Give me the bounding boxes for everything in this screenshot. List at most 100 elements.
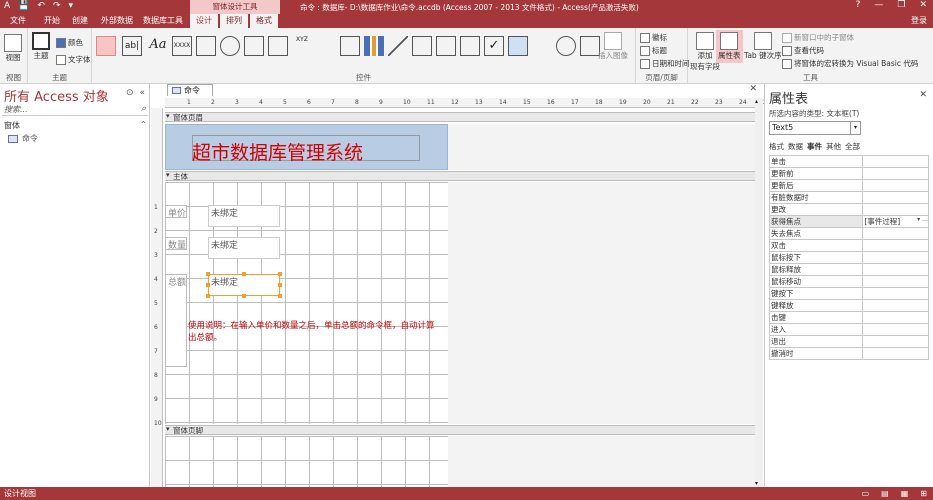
- layout-view-icon[interactable]: ▭: [862, 487, 870, 500]
- property-value-field[interactable]: [862, 323, 929, 336]
- scroll-up-icon[interactable]: ▴: [755, 98, 758, 105]
- property-value-field[interactable]: [862, 239, 929, 252]
- tab-home[interactable]: 开始: [38, 14, 66, 28]
- property-value-field[interactable]: [862, 179, 929, 192]
- property-value-field[interactable]: [862, 335, 929, 348]
- nav-section-forms[interactable]: 窗体 ⌃: [4, 120, 147, 131]
- close-button[interactable]: ✕: [919, 0, 927, 10]
- tab-file[interactable]: 文件: [4, 14, 32, 28]
- nav-menu-chevron-icon[interactable]: ⊙: [126, 88, 134, 98]
- tab-database-tools[interactable]: 数据库工具: [140, 14, 186, 28]
- search-icon[interactable]: ⌕: [139, 104, 146, 114]
- hyperlink-icon[interactable]: [220, 36, 240, 56]
- property-row[interactable]: 有脏数据时: [768, 191, 929, 204]
- tab-arrange[interactable]: 排列: [220, 14, 248, 28]
- help-button[interactable]: ?: [856, 0, 861, 10]
- property-row[interactable]: 更新后: [768, 179, 929, 192]
- property-row[interactable]: 撤消时: [768, 347, 929, 360]
- nav-item-form[interactable]: 命令: [8, 133, 38, 144]
- list-box-icon[interactable]: [436, 36, 456, 56]
- quantity-label[interactable]: 数量: [165, 237, 187, 251]
- close-document-icon[interactable]: ✕: [749, 84, 757, 94]
- resize-handle[interactable]: [206, 272, 210, 276]
- property-value-field[interactable]: [862, 203, 929, 216]
- property-tab-event[interactable]: 事件: [807, 141, 822, 152]
- tab-create[interactable]: 创建: [66, 14, 94, 28]
- property-value-field[interactable]: [862, 287, 929, 300]
- design-view-icon[interactable]: ▦: [901, 487, 909, 500]
- close-pane-icon[interactable]: ✕: [919, 90, 927, 100]
- colors-button[interactable]: 颜色: [56, 37, 83, 48]
- property-value-field[interactable]: [862, 311, 929, 324]
- property-row[interactable]: 鼠标按下: [768, 251, 929, 264]
- image-control-icon[interactable]: [508, 36, 528, 56]
- property-value-field[interactable]: [862, 227, 929, 240]
- tab-order-button[interactable]: Tab 键次序: [744, 32, 782, 61]
- save-icon[interactable]: 💾: [18, 1, 29, 11]
- resize-handle[interactable]: [206, 283, 210, 287]
- property-value-field[interactable]: [862, 275, 929, 288]
- view-code-button[interactable]: 查看代码: [782, 45, 824, 56]
- datasheet-view-icon[interactable]: ⊞: [920, 487, 927, 500]
- chart-control-icon[interactable]: [364, 36, 384, 56]
- builder-ellipsis-icon[interactable]: ▾ …: [917, 217, 927, 224]
- nav-search-box[interactable]: 搜索... ⌕: [2, 104, 148, 116]
- new-subform-window-button[interactable]: 新窗口中的子窗体: [782, 32, 854, 43]
- rectangle-control-icon[interactable]: [460, 36, 480, 56]
- theme-button[interactable]: 主题: [32, 32, 50, 61]
- property-tab-format[interactable]: 格式: [769, 141, 784, 152]
- sign-in-link[interactable]: 登录: [911, 14, 927, 28]
- total-label[interactable]: 总额: [165, 274, 187, 367]
- nav-search-input[interactable]: 搜索...: [2, 105, 28, 114]
- textbox-control-icon[interactable]: ab|: [122, 36, 142, 56]
- unit-price-textbox[interactable]: 未绑定: [208, 205, 280, 227]
- property-tab-data[interactable]: 数据: [788, 141, 803, 152]
- form-view-icon[interactable]: ▤: [881, 487, 889, 500]
- title-button[interactable]: 标题: [640, 45, 667, 56]
- property-tab-other[interactable]: 其他: [826, 141, 841, 152]
- resize-handle[interactable]: [278, 294, 282, 298]
- property-value-field[interactable]: [862, 155, 929, 168]
- combo-box-icon[interactable]: [340, 36, 360, 56]
- minimize-button[interactable]: —: [874, 0, 883, 10]
- property-row[interactable]: 键按下: [768, 287, 929, 300]
- property-row[interactable]: 失去焦点: [768, 227, 929, 240]
- tab-format[interactable]: 格式: [250, 14, 278, 28]
- undo-icon[interactable]: ↶: [37, 1, 45, 11]
- fonts-button[interactable]: 文字体: [56, 54, 91, 65]
- property-value-field[interactable]: [862, 167, 929, 180]
- resize-handle[interactable]: [278, 272, 282, 276]
- property-value-field[interactable]: [862, 263, 929, 276]
- maximize-button[interactable]: ❐: [897, 0, 905, 10]
- view-button[interactable]: 视图: [4, 34, 22, 63]
- property-row[interactable]: 键释放: [768, 299, 929, 312]
- property-tab-all[interactable]: 全部: [845, 141, 860, 152]
- chevron-up-icon[interactable]: ⌃: [140, 120, 147, 129]
- form-header-section-bar[interactable]: 窗体页眉: [165, 112, 755, 122]
- property-value-field[interactable]: [862, 251, 929, 264]
- convert-macros-button[interactable]: 将窗体的宏转换为 Visual Basic 代码: [782, 58, 918, 69]
- label-control-icon[interactable]: Aa: [148, 36, 168, 56]
- attachment-icon[interactable]: [532, 36, 552, 56]
- tab-external-data[interactable]: 外部数据: [96, 14, 138, 28]
- property-value-field[interactable]: [862, 191, 929, 204]
- form-footer-section-bar[interactable]: 窗体页脚: [165, 425, 755, 435]
- insert-image-button[interactable]: 插入图像: [598, 32, 628, 61]
- select-pointer-icon[interactable]: [96, 36, 116, 56]
- unit-price-label[interactable]: 单价: [165, 205, 187, 219]
- property-row[interactable]: 退出: [768, 335, 929, 348]
- checkbox-control-icon[interactable]: ✓: [484, 36, 504, 56]
- property-row[interactable]: 鼠标释放: [768, 263, 929, 276]
- redo-icon[interactable]: ↷: [53, 1, 61, 11]
- document-tab[interactable]: 命令: [167, 84, 213, 96]
- property-row[interactable]: 击键: [768, 311, 929, 324]
- property-row[interactable]: 更新前: [768, 167, 929, 180]
- property-row[interactable]: 单击: [768, 155, 929, 168]
- property-row[interactable]: 鼠标移动: [768, 275, 929, 288]
- option-button-icon[interactable]: [556, 36, 576, 56]
- nav-pane-title[interactable]: 所有 Access 对象: [4, 86, 109, 105]
- property-value-field[interactable]: [事件过程] ▾ …: [862, 215, 929, 228]
- date-time-button[interactable]: 日期和时间: [640, 58, 690, 69]
- vertical-scrollbar[interactable]: ▴ ▾: [755, 98, 763, 487]
- resize-handle[interactable]: [278, 283, 282, 287]
